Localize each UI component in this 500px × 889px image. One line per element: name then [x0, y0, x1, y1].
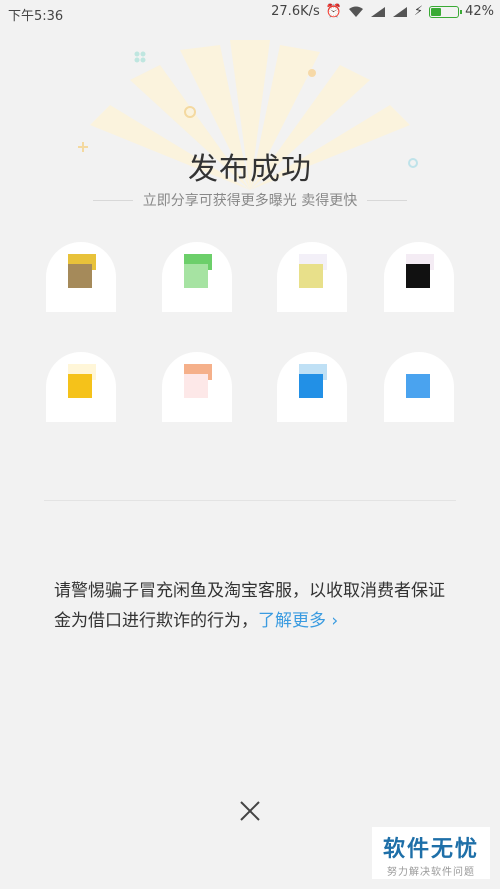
signal-icon-2 [392, 6, 407, 17]
network-speed: 27.6K/s [271, 4, 320, 19]
charging-icon: ⚡ [413, 4, 424, 19]
share-icon-glyph [184, 374, 208, 398]
share-target-icon-5[interactable] [46, 352, 116, 422]
share-icon-glyph [299, 374, 323, 398]
section-divider [44, 500, 456, 501]
watermark-title: 软件无忧 [382, 837, 479, 862]
signal-icon-1 [370, 6, 385, 17]
watermark-logo: 软件无忧 努力解决软件问题 [372, 827, 490, 879]
battery-fill [431, 7, 442, 16]
subtitle: 立即分享可获得更多曝光 卖得更快 [142, 193, 358, 209]
confetti-clover [134, 51, 146, 63]
status-indicators: 27.6K/s ⏰ ⚡ 42% [271, 4, 494, 19]
subtitle-divider-right [367, 199, 408, 201]
share-target-icon-7[interactable] [277, 352, 347, 422]
share-icon-glyph [68, 264, 92, 288]
fraud-warning: 请警惕骗子冒充闲鱼及淘宝客服，以收取消费者保证金为借口进行欺诈的行为，了解更多 … [54, 576, 454, 636]
share-icon-glyph [299, 264, 323, 288]
share-target-icon-2[interactable] [162, 242, 232, 312]
status-time: 下午5:36 [8, 9, 64, 24]
share-target-icon-6[interactable] [162, 352, 232, 422]
share-icon-glyph [406, 264, 430, 288]
share-target-icon-8[interactable] [384, 352, 454, 422]
alarm-icon: ⏰ [325, 4, 342, 19]
share-target-icon-3[interactable] [277, 242, 347, 312]
battery-icon [429, 5, 463, 18]
wifi-icon [348, 6, 363, 17]
share-target-icon-1[interactable] [46, 242, 116, 312]
share-target-icon-4[interactable] [384, 242, 454, 312]
status-bar: 下午5:36 27.6K/s ⏰ ⚡ 42% [0, 0, 500, 26]
share-grid [46, 242, 466, 432]
share-icon-glyph [68, 374, 92, 398]
fraud-warning-text: 请警惕骗子冒充闲鱼及淘宝客服，以收取消费者保证金为借口进行欺诈的行为， [54, 581, 445, 631]
close-icon[interactable] [235, 796, 265, 826]
confetti-dot [308, 69, 316, 77]
watermark-subtitle: 努力解决软件问题 [387, 867, 475, 878]
subtitle-divider-left [92, 199, 133, 201]
chevron-right-icon: › [331, 611, 339, 631]
page-title: 发布成功 [188, 152, 312, 187]
battery-percent: 42% [465, 4, 494, 19]
learn-more-link[interactable]: 了解更多 › [258, 611, 338, 631]
learn-more-label: 了解更多 [258, 611, 326, 631]
share-icon-glyph [184, 264, 208, 288]
share-icon-glyph [406, 374, 430, 398]
subtitle-row: 立即分享可获得更多曝光 卖得更快 [0, 190, 500, 210]
